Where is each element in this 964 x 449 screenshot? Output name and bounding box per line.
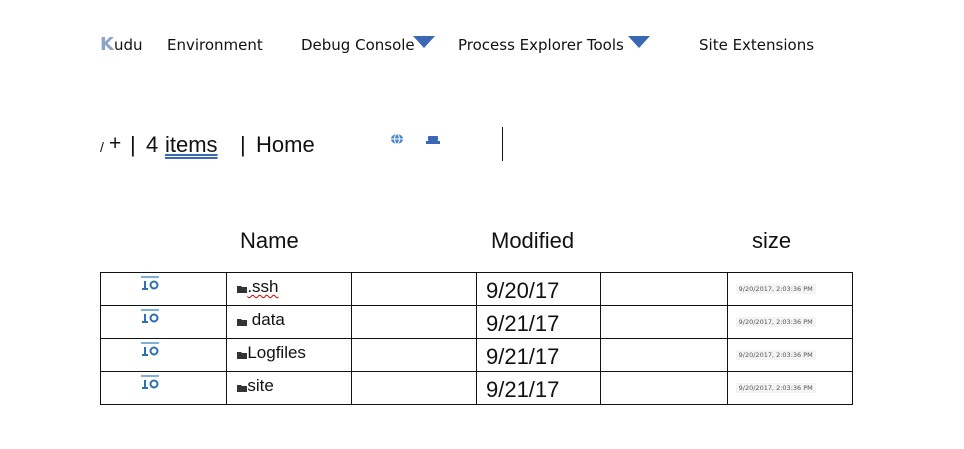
timestamp: 9/20/2017, 2:03:36 PM	[735, 383, 816, 393]
table-row[interactable]: site 9/21/17 9/20/2017, 2:03:36 PM	[99, 371, 854, 405]
folder-icon	[237, 313, 248, 331]
empty-cell	[600, 305, 728, 339]
folder-icon	[237, 346, 248, 364]
nav-debug-console[interactable]: Debug Console	[301, 36, 415, 54]
column-header-modified[interactable]: Modified	[491, 228, 574, 254]
download-cell	[99, 272, 228, 306]
size-cell: 9/20/2017, 2:03:36 PM	[726, 371, 854, 405]
drive-icon[interactable]	[426, 132, 440, 150]
empty-cell	[350, 338, 477, 372]
brand-initial: K	[100, 34, 114, 55]
folder-link[interactable]: data	[237, 310, 285, 331]
modified-date: 9/21/17	[485, 311, 560, 336]
modified-date: 9/21/17	[485, 344, 560, 369]
timestamp: 9/20/2017, 2:03:36 PM	[735, 350, 816, 360]
file-table: .ssh 9/20/17 9/20/2017, 2:03:36 PM data …	[99, 272, 854, 405]
empty-cell	[600, 371, 728, 405]
brand-logo[interactable]: Kudu	[100, 34, 143, 55]
download-cell	[99, 338, 228, 372]
breadcrumb-separator: |	[130, 132, 136, 157]
folder-link[interactable]: .ssh	[237, 277, 279, 298]
timestamp: 9/20/2017, 2:03:36 PM	[735, 284, 816, 294]
item-count: 4	[146, 132, 159, 157]
name-cell: data	[226, 305, 352, 339]
download-icon[interactable]	[141, 375, 159, 391]
modified-cell: 9/20/17	[475, 272, 602, 306]
modified-date: 9/21/17	[485, 377, 560, 402]
timestamp: 9/20/2017, 2:03:36 PM	[735, 317, 816, 327]
folder-link[interactable]: Logfiles	[237, 343, 306, 364]
path-root-link[interactable]: /	[100, 139, 104, 155]
nav-process-explorer-tools[interactable]: Process Explorer Tools	[458, 36, 624, 54]
column-header-name[interactable]: Name	[240, 228, 299, 254]
empty-cell	[600, 338, 728, 372]
download-cell	[99, 371, 228, 405]
home-link[interactable]: Home	[256, 132, 315, 158]
breadcrumb-separator: |	[240, 132, 246, 157]
table-row[interactable]: Logfiles 9/21/17 9/20/2017, 2:03:36 PM	[99, 338, 854, 372]
top-navbar: Kudu Environment Debug Console Process E…	[100, 34, 860, 56]
empty-cell	[600, 272, 728, 306]
download-icon[interactable]	[141, 276, 159, 292]
folder-name: site	[247, 376, 274, 395]
modified-cell: 9/21/17	[475, 371, 602, 405]
size-cell: 9/20/2017, 2:03:36 PM	[726, 338, 854, 372]
name-cell: .ssh	[226, 272, 352, 306]
download-icon[interactable]	[141, 342, 159, 358]
modified-cell: 9/21/17	[475, 338, 602, 372]
table-row[interactable]: data 9/21/17 9/20/2017, 2:03:36 PM	[99, 305, 854, 339]
brand-name: udu	[113, 36, 143, 54]
folder-icon	[237, 280, 248, 298]
size-cell: 9/20/2017, 2:03:36 PM	[726, 272, 854, 306]
folder-name: Logfiles	[247, 343, 306, 362]
name-cell: site	[226, 371, 352, 405]
download-icon[interactable]	[141, 309, 159, 325]
download-cell	[99, 305, 228, 339]
add-item-button[interactable]: +	[109, 132, 121, 156]
modified-cell: 9/21/17	[475, 305, 602, 339]
name-cell: Logfiles	[226, 338, 352, 372]
folder-link[interactable]: site	[237, 376, 274, 397]
empty-cell	[350, 272, 477, 306]
process-explorer-dropdown-icon[interactable]	[628, 36, 650, 48]
size-cell: 9/20/2017, 2:03:36 PM	[726, 305, 854, 339]
debug-console-dropdown-icon[interactable]	[413, 36, 435, 48]
folder-name: .ssh	[247, 277, 279, 296]
table-row[interactable]: .ssh 9/20/17 9/20/2017, 2:03:36 PM	[99, 272, 854, 306]
empty-cell	[350, 371, 477, 405]
folder-name: data	[251, 310, 285, 329]
items-link[interactable]: items	[165, 132, 218, 158]
nav-site-extensions[interactable]: Site Extensions	[699, 36, 814, 54]
breadcrumb: / + | 4 items | Home	[100, 127, 520, 162]
empty-cell	[350, 305, 477, 339]
modified-date: 9/20/17	[485, 278, 560, 303]
globe-icon[interactable]	[390, 132, 404, 150]
nav-environment[interactable]: Environment	[167, 36, 263, 54]
folder-icon	[237, 379, 248, 397]
column-header-size[interactable]: size	[752, 228, 791, 254]
text-cursor	[502, 127, 503, 161]
